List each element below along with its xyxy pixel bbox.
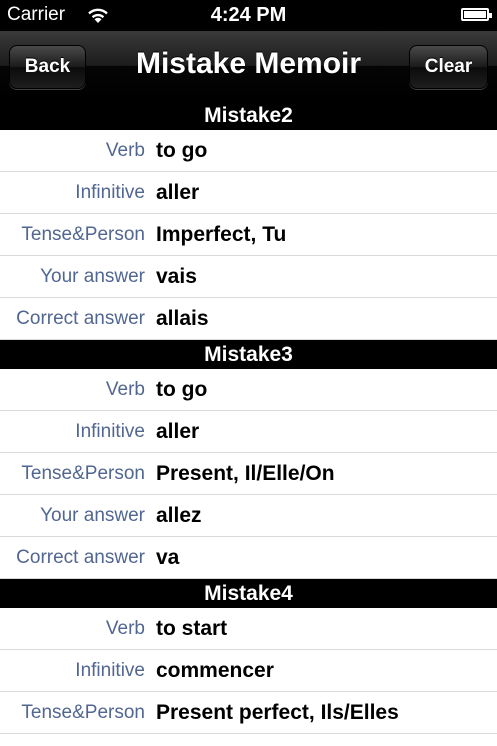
battery-icon <box>461 8 492 21</box>
row-label: Your answer <box>40 265 145 287</box>
row-value: Present perfect, Ils/Elles <box>156 700 399 724</box>
mistake-list[interactable]: Mistake2 Verb to go Infinitive aller Ten… <box>0 101 497 734</box>
row-label: Tense&Person <box>21 462 145 484</box>
row-label: Verb <box>105 378 145 400</box>
row-value: Imperfect, Tu <box>156 222 287 246</box>
clear-button[interactable]: Clear <box>409 45 488 89</box>
row-value: va <box>156 545 180 569</box>
navigation-bar: Back Mistake Memoir Clear <box>0 31 497 101</box>
row-value: allais <box>156 306 209 330</box>
status-time: 4:24 PM <box>210 4 287 26</box>
section-header-mistake3: Mistake3 <box>0 340 497 369</box>
row-value: vais <box>156 264 197 288</box>
table-row: Infinitive aller <box>0 172 497 214</box>
row-value: to go <box>156 138 208 162</box>
row-label: Infinitive <box>75 659 145 681</box>
row-label: Verb <box>105 139 145 161</box>
section-header-mistake2: Mistake2 <box>0 101 497 130</box>
row-label: Tense&Person <box>21 223 145 245</box>
row-value: Present, Il/Elle/On <box>156 461 335 485</box>
table-row: Correct answer va <box>0 537 497 579</box>
table-row: Correct answer allais <box>0 298 497 340</box>
status-bar: Carrier 4:24 PM <box>0 0 497 31</box>
row-value: allez <box>156 503 202 527</box>
table-row: Verb to go <box>0 130 497 172</box>
section-header-mistake4: Mistake4 <box>0 579 497 608</box>
row-label: Your answer <box>40 504 145 526</box>
row-label: Correct answer <box>16 546 145 568</box>
row-value: commencer <box>156 658 274 682</box>
row-label: Correct answer <box>16 307 145 329</box>
table-row: Tense&Person Imperfect, Tu <box>0 214 497 256</box>
row-value: to go <box>156 377 208 401</box>
row-value: aller <box>156 419 200 443</box>
row-label: Infinitive <box>75 181 145 203</box>
row-label: Infinitive <box>75 420 145 442</box>
table-row: Your answer allez <box>0 495 497 537</box>
row-value: to start <box>156 616 228 640</box>
row-label: Verb <box>105 617 145 639</box>
table-row: Verb to go <box>0 369 497 411</box>
table-row: Verb to start <box>0 608 497 650</box>
table-row: Infinitive aller <box>0 411 497 453</box>
table-row: Tense&Person Present perfect, Ils/Elles <box>0 692 497 734</box>
table-row: Infinitive commencer <box>0 650 497 692</box>
table-row: Your answer vais <box>0 256 497 298</box>
row-label: Tense&Person <box>21 701 145 723</box>
table-row: Tense&Person Present, Il/Elle/On <box>0 453 497 495</box>
row-value: aller <box>156 180 200 204</box>
